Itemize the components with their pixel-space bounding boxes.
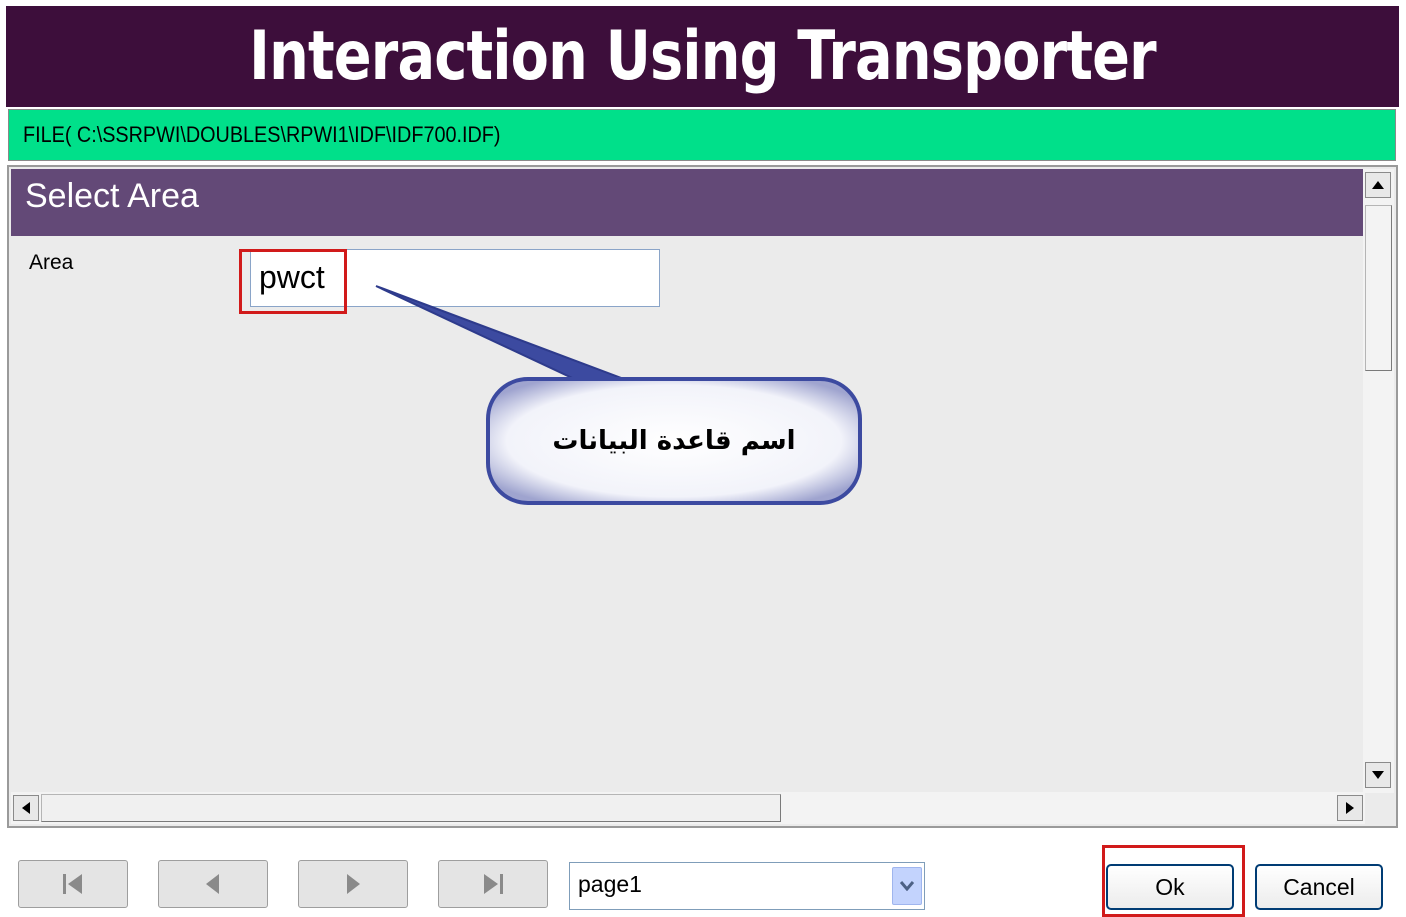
- last-page-button[interactable]: [438, 860, 548, 908]
- next-page-button[interactable]: [298, 860, 408, 908]
- cancel-button[interactable]: Cancel: [1255, 864, 1383, 910]
- last-page-icon: [484, 874, 503, 894]
- ok-button[interactable]: Ok: [1106, 864, 1234, 910]
- page-select-value: page1: [578, 871, 642, 897]
- annotation-text: اسم قاعدة البيانات: [552, 426, 796, 456]
- first-page-button[interactable]: [18, 860, 128, 908]
- page-select[interactable]: page1: [569, 862, 925, 910]
- previous-page-icon: [206, 874, 219, 894]
- previous-page-button[interactable]: [158, 860, 268, 908]
- page-select-dropdown-button[interactable]: [892, 867, 922, 905]
- first-page-icon: [63, 874, 82, 894]
- next-page-icon: [347, 874, 360, 894]
- chevron-down-icon: [900, 881, 914, 891]
